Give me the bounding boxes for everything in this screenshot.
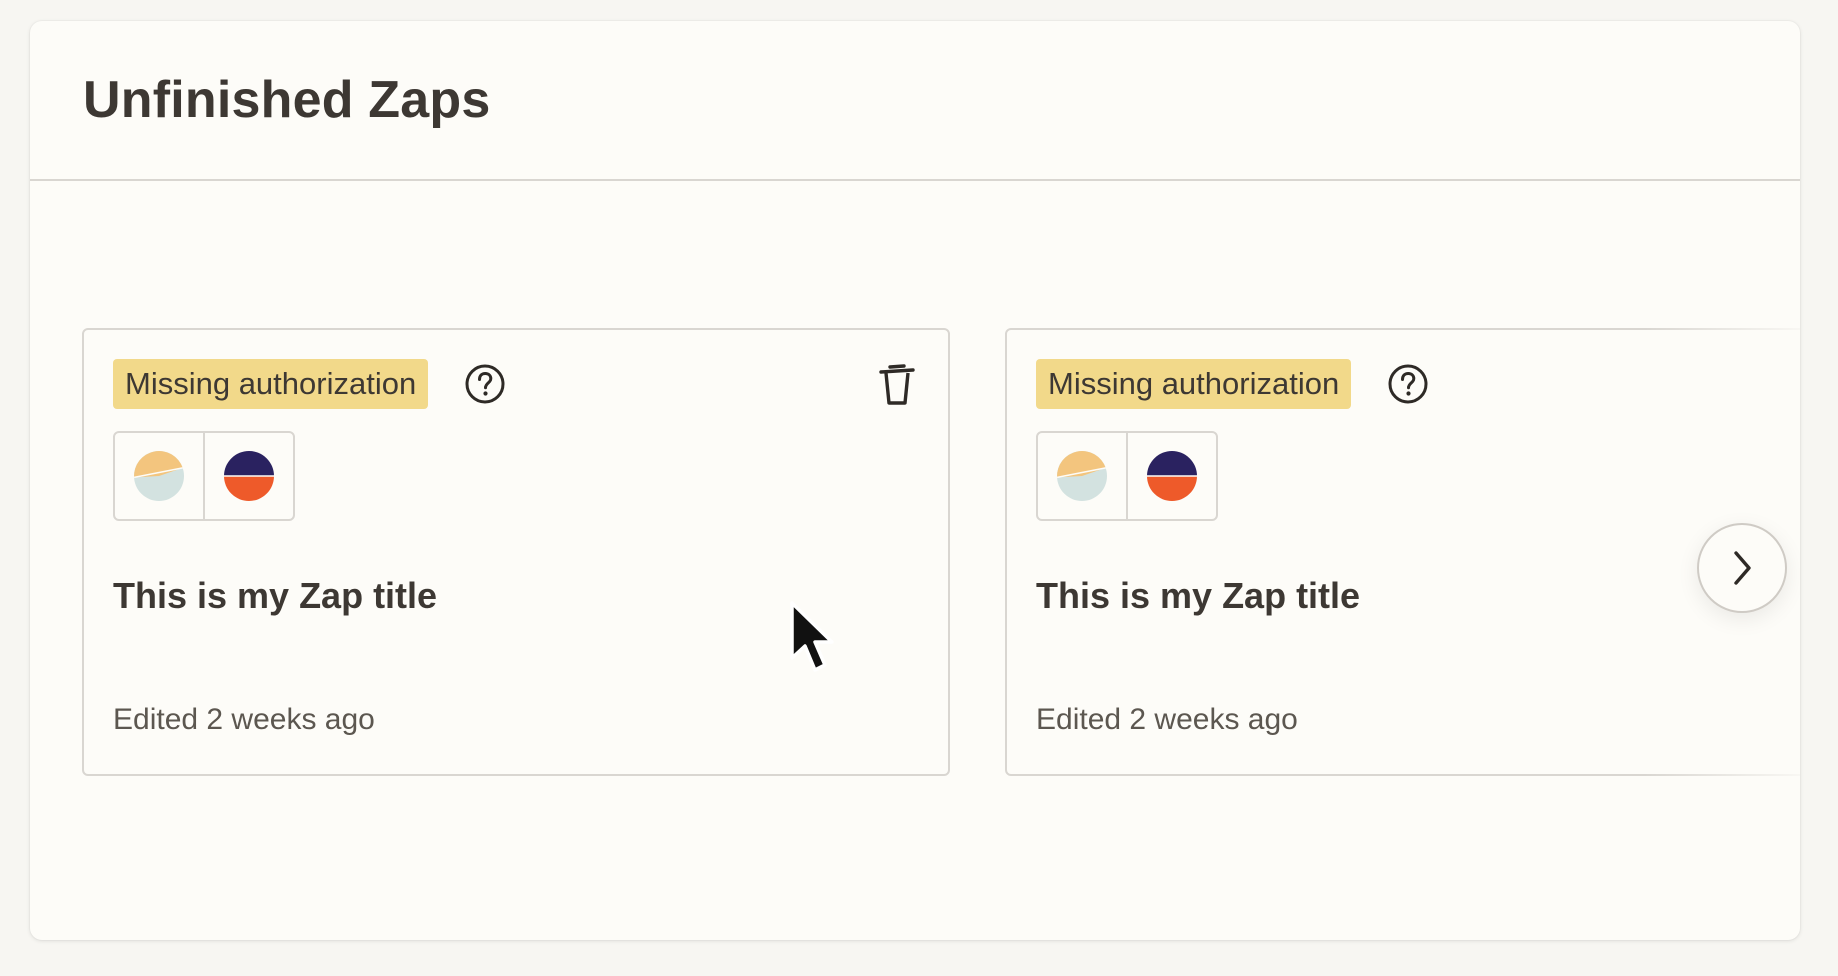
status-badge: Missing authorization xyxy=(113,359,429,409)
question-circle-icon[interactable] xyxy=(1387,363,1429,405)
zap-title[interactable]: This is my Zap title xyxy=(1036,575,1360,617)
app-icons xyxy=(113,431,295,521)
zap-carousel: Missing authorization This is my Zap tit… xyxy=(30,181,1800,940)
app-slot xyxy=(203,433,293,519)
mouse-pointer-icon xyxy=(790,601,834,672)
unfinished-zaps-panel: Unfinished Zaps Missing authorization Th… xyxy=(30,21,1800,940)
question-circle-icon[interactable] xyxy=(464,363,506,405)
zap-card[interactable]: Missing authorization This is my Zap tit… xyxy=(82,328,950,776)
trash-icon[interactable] xyxy=(876,363,918,407)
pie-app-icon xyxy=(133,451,184,501)
panel-title: Unfinished Zaps xyxy=(83,71,491,129)
edited-timestamp: Edited 2 weeks ago xyxy=(113,703,375,736)
edited-timestamp: Edited 2 weeks ago xyxy=(1036,703,1298,736)
app-slot xyxy=(1038,433,1126,519)
circle-app-icon xyxy=(224,451,274,501)
app-slot xyxy=(1126,433,1216,519)
pie-app-icon xyxy=(1056,451,1107,501)
status-badge: Missing authorization xyxy=(1036,359,1352,409)
app-slot xyxy=(115,433,203,519)
carousel-next-button[interactable] xyxy=(1697,523,1787,613)
app-icons xyxy=(1036,431,1218,521)
zap-card[interactable]: Missing authorization This is my Zap tit… xyxy=(1005,327,1800,781)
chevron-right-icon xyxy=(1734,551,1751,585)
zap-title[interactable]: This is my Zap title xyxy=(113,575,437,617)
panel-header: Unfinished Zaps xyxy=(30,21,1800,181)
circle-app-icon xyxy=(1147,451,1197,501)
